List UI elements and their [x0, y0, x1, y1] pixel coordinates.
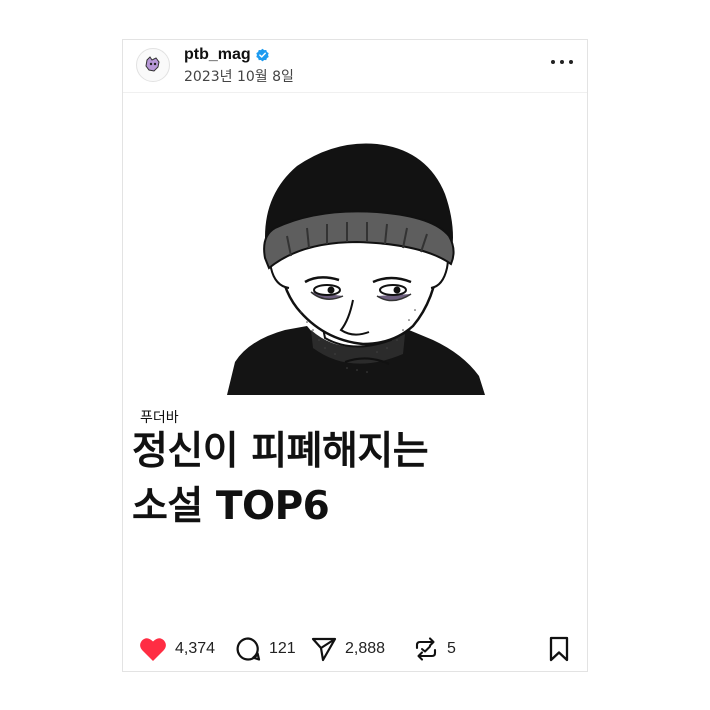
- repost-icon: [415, 637, 437, 661]
- username[interactable]: ptb_mag: [184, 46, 251, 64]
- bookmark-button[interactable]: [547, 636, 571, 667]
- post-headline: 정신이 피폐해지는 소설 TOP6: [132, 424, 429, 534]
- share-button[interactable]: 2,888: [311, 636, 385, 662]
- like-button[interactable]: 4,374: [139, 636, 215, 662]
- comment-bubble-icon: [236, 637, 261, 661]
- avatar[interactable]: [136, 48, 170, 82]
- post-card: ptb_mag 2023년 10월 8일 푸더바 정신이 피폐해지는 소설 TO…: [122, 39, 588, 672]
- comment-count: 121: [269, 640, 296, 657]
- username-row: ptb_mag: [184, 46, 270, 64]
- like-count: 4,374: [175, 640, 216, 657]
- post-date: 2023년 10월 8일: [184, 69, 294, 85]
- heart-icon: [140, 638, 166, 661]
- headline-line-1: 정신이 피폐해지는: [132, 429, 429, 474]
- post-header: ptb_mag 2023년 10월 8일: [123, 40, 587, 93]
- comment-button[interactable]: 121: [235, 636, 296, 662]
- headline-line-2: 소설 TOP6: [132, 484, 330, 529]
- repost-count: 5: [447, 640, 456, 657]
- doomer-wojak-illustration: [227, 143, 485, 395]
- share-count: 2,888: [345, 640, 386, 657]
- more-options-icon[interactable]: [551, 54, 573, 70]
- verified-badge-icon: [255, 48, 269, 61]
- bookmark-icon: [549, 636, 569, 662]
- repost-button[interactable]: 5: [413, 636, 456, 662]
- avatar-character-icon: [145, 56, 160, 72]
- paper-plane-icon: [311, 637, 337, 662]
- action-bar: 4,374 121 2,888 5: [123, 632, 587, 668]
